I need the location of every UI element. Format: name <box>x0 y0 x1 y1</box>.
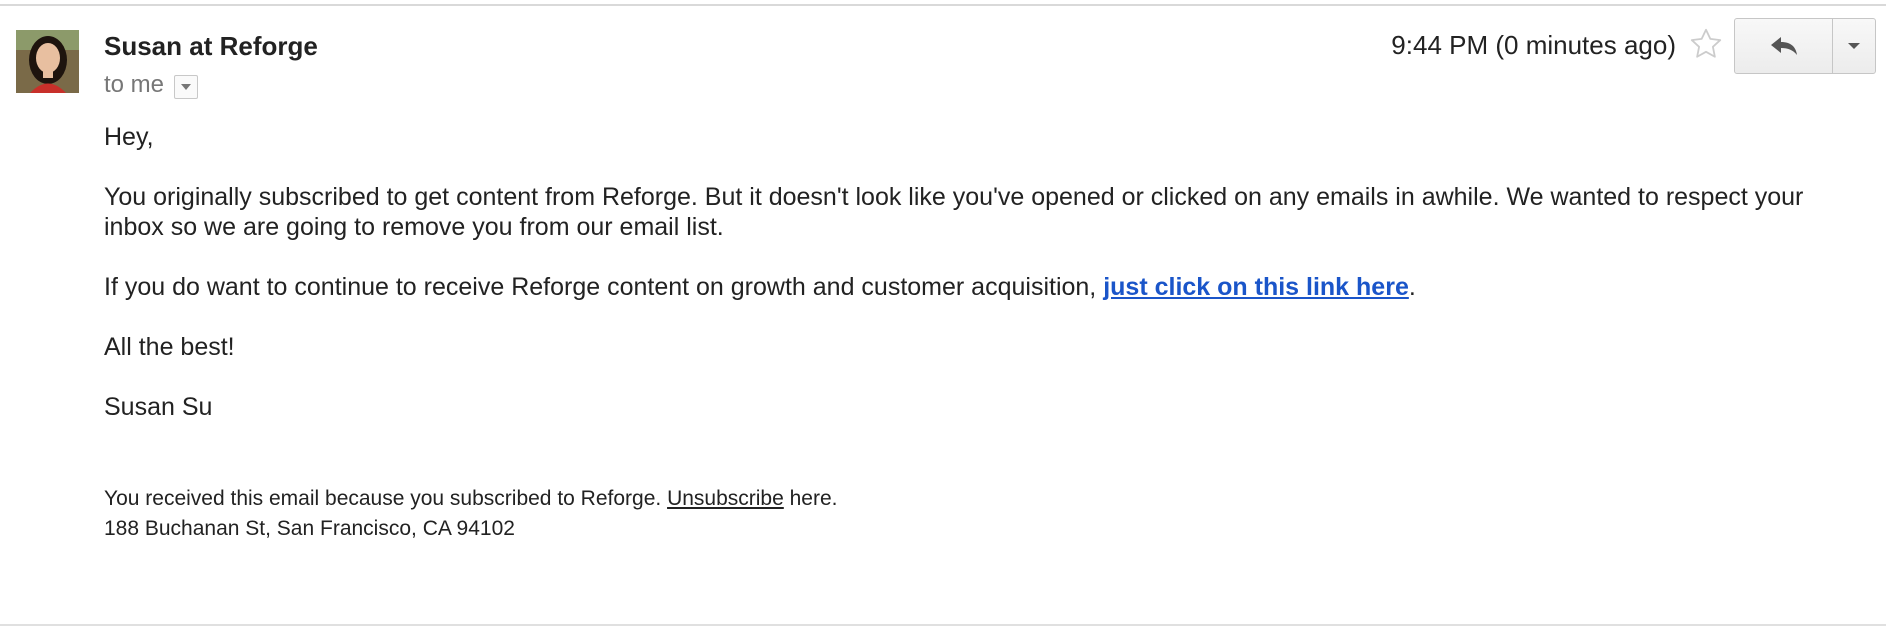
footer-notice: You received this email because you subs… <box>104 484 838 514</box>
resubscribe-link[interactable]: just click on this link here <box>1103 273 1409 301</box>
greeting-text: Hey, <box>104 123 154 151</box>
resubscribe-paragraph: If you do want to continue to receive Re… <box>104 272 1824 302</box>
recipient-line: to me <box>104 70 199 100</box>
footer-notice-suffix: here. <box>783 487 838 510</box>
signature-text: Susan Su <box>104 393 213 421</box>
reply-icon <box>1770 37 1797 55</box>
resubscribe-text: If you do want to continue to receive Re… <box>104 273 1104 301</box>
footer-address: 188 Buchanan St, San Francisco, CA 94102 <box>104 517 515 540</box>
closing-text: All the best! <box>104 333 235 361</box>
footer-notice-text: You received this email because you subs… <box>104 487 668 510</box>
more-options-button[interactable] <box>1833 19 1875 73</box>
recipient-label: to me <box>104 71 165 98</box>
reply-button[interactable] <box>1735 19 1833 73</box>
resubscribe-period: . <box>1408 273 1416 301</box>
sender-name[interactable]: Susan at Reforge <box>104 30 318 62</box>
top-divider <box>0 4 1886 6</box>
reply-button-group <box>1734 18 1876 74</box>
star-icon[interactable] <box>1688 26 1724 62</box>
email-footer: You received this email because you subs… <box>104 484 838 544</box>
unsubscribe-link[interactable]: Unsubscribe <box>667 487 784 510</box>
chevron-down-icon <box>181 84 192 90</box>
show-details-button[interactable] <box>174 75 199 99</box>
caret-down-icon <box>1848 43 1860 49</box>
sender-avatar[interactable] <box>16 30 79 93</box>
message-timestamp: 9:44 PM (0 minutes ago) <box>1391 30 1676 60</box>
body-paragraph: You originally subscribed to get content… <box>104 183 1804 241</box>
